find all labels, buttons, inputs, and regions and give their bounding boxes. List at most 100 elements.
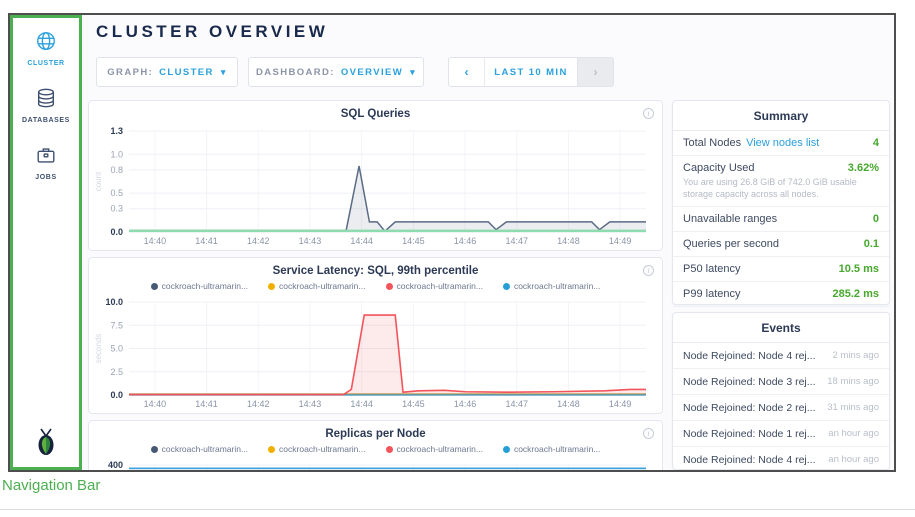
svg-text:14:41: 14:41 [195,236,218,246]
chart-card-replicas-per-node: Replicas per Node i cockroach-ultramarin… [88,420,663,470]
svg-text:14:46: 14:46 [454,399,477,409]
time-next-button[interactable]: › [577,58,613,86]
svg-text:14:46: 14:46 [454,236,477,246]
svg-text:14:43: 14:43 [299,236,322,246]
chart-plot: 14:4014:4114:4214:4314:4414:4514:4614:47… [93,296,658,411]
event-label: Node Rejoined: Node 3 rej... [683,376,816,388]
event-label: Node Rejoined: Node 4 rej... [683,454,816,466]
svg-text:14:44: 14:44 [350,236,373,246]
summary-row: Total Nodes View nodes list 4 [673,131,889,156]
event-time: an hour ago [822,454,879,465]
summary-value: 0.1 [864,238,879,250]
dashboard-dropdown[interactable]: DASHBOARD: OVERVIEW ▾ [248,57,424,87]
summary-value: 4 [873,137,879,149]
svg-text:14:44: 14:44 [350,399,373,409]
summary-subtext: You are using 26.8 GiB of 742.0 GiB usab… [683,177,879,200]
summary-panel: Summary Total NodesView nodes list4Capac… [672,100,890,305]
svg-text:5.0: 5.0 [110,344,123,354]
nav-items: CLUSTER DATABASES JOBS [13,18,79,181]
event-row: Node Rejoined: Node 2 rej...31 mins ago [673,395,889,421]
summary-label: Capacity Used [683,162,755,174]
briefcase-icon [35,153,57,170]
legend-dot-icon [268,446,275,453]
app-window: CLUSTER DATABASES JOBS CLUSTER OVERVIEW GR… [8,13,896,472]
svg-text:0.0: 0.0 [110,390,123,400]
sidebar-item-databases[interactable]: DATABASES [13,87,79,124]
globe-icon [35,39,57,56]
summary-value: 3.62% [848,162,879,174]
info-icon[interactable]: i [643,428,654,439]
legend-dot-icon [386,446,393,453]
summary-row: Queries per second 0.1 [673,232,889,257]
svg-text:400: 400 [108,460,123,470]
chart-legend: cockroach-ultramarin... cockroach-ultrama… [89,281,662,291]
summary-rows: Total Nodes View nodes list 4 Capacity Used… [673,131,889,307]
legend-dot-icon [151,283,158,290]
legend-dot-icon [151,446,158,453]
event-label: Node Rejoined: Node 1 rej... [683,428,816,440]
events-rows: Node Rejoined: Node 4 rej...2 mins agoNo… [673,343,889,470]
chart-card-service-latency: Service Latency: SQL, 99th percentile i … [88,257,663,414]
legend-item: cockroach-ultramarin... [268,444,365,454]
graph-dropdown-label: GRAPH: [107,67,153,78]
legend-dot-icon [386,283,393,290]
svg-text:14:48: 14:48 [557,399,580,409]
chart-title: SQL Queries [89,108,662,120]
info-icon[interactable]: i [643,108,654,119]
database-icon [35,96,57,113]
graph-dropdown[interactable]: GRAPH: CLUSTER ▾ [96,57,238,87]
legend-item: cockroach-ultramarin... [503,281,600,291]
sidebar-item-cluster[interactable]: CLUSTER [13,30,79,67]
chart-plot: 14:4014:4114:4214:4314:4414:4514:4614:47… [93,125,658,248]
event-time: 18 mins ago [821,376,879,387]
time-prev-button[interactable]: ‹ [449,58,485,86]
svg-text:14:42: 14:42 [247,399,270,409]
summary-label: P50 latency [683,263,740,275]
legend-dot-icon [268,283,275,290]
svg-text:14:48: 14:48 [557,236,580,246]
svg-text:14:45: 14:45 [402,399,425,409]
svg-text:seconds: seconds [94,334,103,364]
chart-legend: cockroach-ultramarin... cockroach-ultrama… [89,444,662,454]
event-label: Node Rejoined: Node 2 rej... [683,402,816,414]
sidebar-item-label: CLUSTER [13,60,79,67]
svg-text:14:41: 14:41 [195,399,218,409]
chevron-down-icon: ▾ [221,67,227,78]
svg-text:14:47: 14:47 [505,399,528,409]
bottom-divider [0,509,915,510]
chevron-down-icon: ▾ [410,67,416,78]
summary-row: P99 latency285.2 ms [673,282,889,307]
time-range-label[interactable]: LAST 10 MIN [485,58,577,86]
cockroachdb-logo [13,428,79,461]
view-nodes-link[interactable]: View nodes list [746,137,819,149]
summary-row: P50 latency 10.5 ms [673,257,889,282]
legend-item: cockroach-ultramarin... [503,444,600,454]
svg-text:1.0: 1.0 [110,149,123,159]
summary-value: 10.5 ms [839,263,879,275]
svg-text:0.0: 0.0 [110,227,123,237]
summary-label: Queries per second [683,238,779,250]
controls-row: GRAPH: CLUSTER ▾ DASHBOARD: OVERVIEW ▾ ‹… [96,57,888,87]
svg-text:14:42: 14:42 [247,236,270,246]
event-time: an hour ago [822,428,879,439]
legend-item: cockroach-ultramarin... [268,281,365,291]
svg-text:0.3: 0.3 [110,204,123,214]
screenshot-canvas: CLUSTER DATABASES JOBS CLUSTER OVERVIEW GR… [0,0,915,517]
page-title: CLUSTER OVERVIEW [96,22,328,42]
svg-text:14:49: 14:49 [609,236,632,246]
event-row: Node Rejoined: Node 3 rej... 18 mins ago [673,369,889,395]
chart-title: Replicas per Node [89,428,662,440]
legend-item: cockroach-ultramarin... [151,281,248,291]
summary-label: Unavailable ranges [683,213,777,225]
info-icon[interactable]: i [643,265,654,276]
svg-text:14:40: 14:40 [144,399,167,409]
svg-text:7.5: 7.5 [110,320,123,330]
sidebar-item-label: JOBS [13,174,79,181]
legend-item: cockroach-ultramarin... [151,444,248,454]
sidebar-item-jobs[interactable]: JOBS [13,144,79,181]
dashboard-dropdown-label: DASHBOARD: [256,67,335,78]
svg-text:14:40: 14:40 [144,236,167,246]
summary-label: Total Nodes [683,137,741,149]
summary-row: Capacity Used 3.62% You are using 26.8 GiB… [673,156,889,207]
event-row: Node Rejoined: Node 4 rej...2 mins ago [673,343,889,369]
